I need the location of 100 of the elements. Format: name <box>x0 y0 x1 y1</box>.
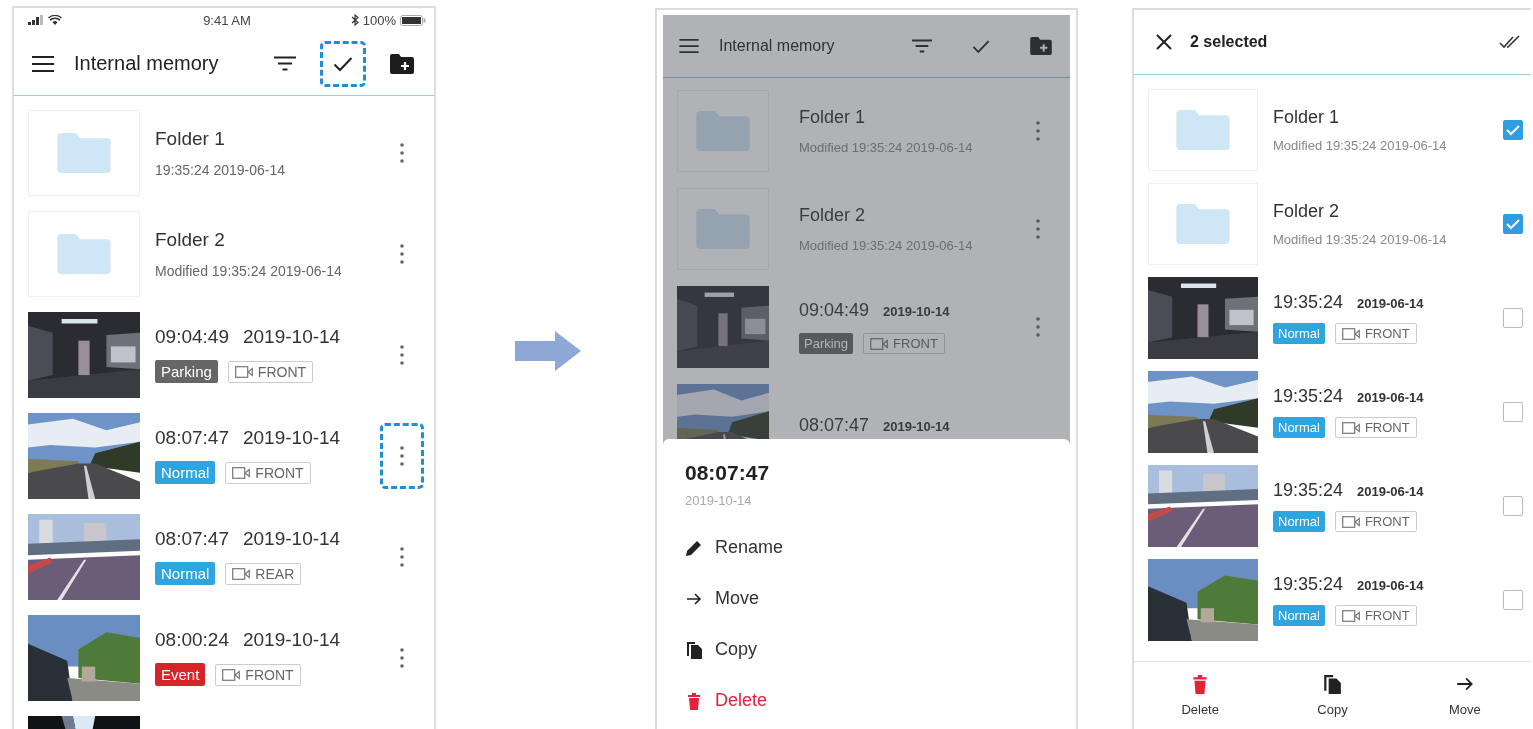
pencil-icon[interactable] <box>685 538 703 557</box>
check-icon[interactable] <box>333 55 353 72</box>
checkbox[interactable] <box>1503 590 1523 610</box>
video-time: 09:04:49 <box>799 300 870 321</box>
folder-date: Modified 19:35:24 2019-06-14 <box>1273 138 1448 153</box>
folder-date: Modified 19:35:24 2019-06-14 <box>1273 232 1448 247</box>
video-time: 08:07:47 <box>799 414 870 436</box>
camera-icon <box>870 337 889 350</box>
video-date: 2019-10-14 <box>883 418 950 434</box>
filter-icon[interactable] <box>912 39 932 53</box>
video-time: 08:07:47 <box>155 427 229 449</box>
checkbox[interactable] <box>1503 214 1523 234</box>
folder-date: Modified 19:35:24 2019-06-14 <box>799 140 974 155</box>
camera-icon <box>1341 421 1360 434</box>
app-title: Internal memory <box>719 37 836 55</box>
trash-icon[interactable] <box>685 691 703 710</box>
menu-item[interactable]: Move <box>715 588 759 609</box>
new-folder-icon[interactable] <box>390 53 414 74</box>
more-icon[interactable] <box>400 546 404 567</box>
status-tag: Parking <box>799 333 854 354</box>
camera-icon <box>1341 327 1360 340</box>
video-time: 08:07:47 <box>155 528 229 550</box>
camera-label: FRONT <box>1364 608 1410 623</box>
camera-icon <box>232 567 251 580</box>
more-icon[interactable] <box>1036 219 1040 239</box>
status-tag: Normal <box>1273 323 1325 344</box>
more-icon[interactable] <box>1036 121 1040 141</box>
camera-icon <box>1341 609 1360 622</box>
more-icon[interactable] <box>1036 317 1040 337</box>
battery-icon <box>400 14 426 26</box>
signal-icon <box>28 15 44 25</box>
more-icon[interactable] <box>400 142 404 163</box>
sheet-title: 08:07:47 <box>685 461 771 485</box>
status-tag: Normal <box>1273 511 1325 532</box>
video-date: 2019-06-14 <box>1357 484 1424 499</box>
camera-label: FRONT <box>893 336 938 351</box>
video-time: 19:35:24 <box>1273 386 1344 407</box>
filter-icon[interactable] <box>274 56 296 71</box>
menu-icon[interactable] <box>679 39 699 53</box>
menu-icon[interactable] <box>32 55 54 72</box>
copy-icon[interactable] <box>685 640 703 659</box>
status-tag: Normal <box>1273 605 1325 626</box>
camera-icon <box>234 365 253 378</box>
folder-icon <box>1176 110 1230 150</box>
status-tag: Parking <box>155 360 218 383</box>
checkbox[interactable] <box>1503 496 1523 516</box>
folder-icon <box>57 233 111 274</box>
folder-name: Folder 1 <box>1273 107 1341 128</box>
video-time: 09:04:49 <box>155 326 229 348</box>
folder-name: Folder 2 <box>799 205 867 226</box>
checkbox[interactable] <box>1503 120 1523 140</box>
camera-label: REAR <box>255 565 295 582</box>
checkbox[interactable] <box>1503 308 1523 328</box>
video-date: 2019-06-14 <box>1357 390 1424 405</box>
more-icon[interactable] <box>400 243 404 264</box>
video-date: 2019-10-14 <box>242 326 341 348</box>
battery-percent: 100% <box>362 12 396 28</box>
app-title: Internal memory <box>74 52 220 75</box>
more-icon[interactable] <box>400 647 404 668</box>
check-icon[interactable] <box>972 38 990 54</box>
menu-item[interactable]: Delete <box>715 690 768 711</box>
bluetooth-icon <box>350 14 359 26</box>
status-tag: Normal <box>1273 417 1325 438</box>
folder-date: 19:35:24 2019-06-14 <box>155 161 286 178</box>
more-icon[interactable] <box>400 445 404 466</box>
status-tag: Event <box>155 663 206 686</box>
more-icon[interactable] <box>400 344 404 365</box>
arrow-icon <box>514 331 581 371</box>
video-date: 2019-10-14 <box>242 629 341 651</box>
video-date: 2019-10-14 <box>883 304 950 319</box>
camera-icon <box>222 668 241 681</box>
camera-label: FRONT <box>1364 326 1410 341</box>
sheet-subtitle: 2019-10-14 <box>685 493 753 508</box>
video-date: 2019-06-14 <box>1357 578 1424 593</box>
video-time: 08:00:24 <box>155 629 229 651</box>
action-label[interactable]: Delete <box>1181 702 1219 717</box>
selection-count: 2 selected <box>1190 33 1269 51</box>
folder-date: Modified 19:35:24 2019-06-14 <box>799 238 974 253</box>
status-time: 9:41 AM <box>203 12 251 28</box>
camera-label: FRONT <box>1364 514 1410 529</box>
video-date: 2019-10-14 <box>242 528 341 550</box>
close-icon[interactable] <box>1156 34 1172 50</box>
folder-icon <box>57 132 111 173</box>
checkbox[interactable] <box>1503 402 1523 422</box>
new-folder-icon[interactable] <box>1030 37 1052 55</box>
video-date: 2019-06-14 <box>1357 296 1424 311</box>
folder-icon <box>1176 204 1230 244</box>
video-time: 19:35:24 <box>1273 292 1344 313</box>
menu-item[interactable]: Rename <box>715 537 784 558</box>
camera-icon <box>1341 515 1360 528</box>
camera-icon <box>232 466 251 479</box>
double-check-icon[interactable] <box>1499 35 1521 49</box>
menu-item[interactable]: Copy <box>715 639 758 660</box>
action-label[interactable]: Move <box>1448 702 1481 717</box>
camera-label: FRONT <box>245 666 294 683</box>
folder-icon <box>696 209 750 249</box>
copy-icon[interactable] <box>1322 674 1343 694</box>
action-label[interactable]: Copy <box>1317 702 1348 717</box>
video-time: 19:35:24 <box>1273 480 1344 501</box>
camera-label: FRONT <box>255 464 304 481</box>
